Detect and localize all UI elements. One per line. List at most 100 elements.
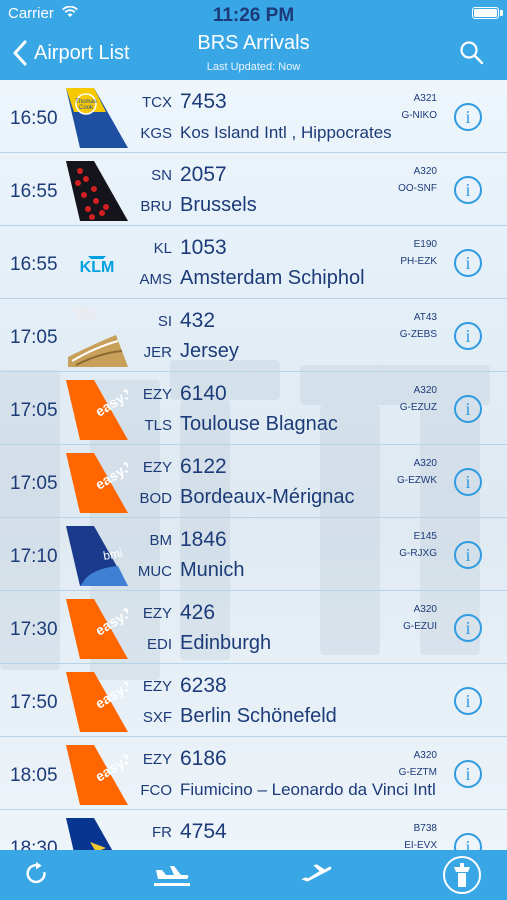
origin-airport: Kos Island Intl , Hippocrates xyxy=(180,123,392,142)
last-updated: Last Updated: Now xyxy=(206,61,301,73)
airline-tail-logo: easyJet xyxy=(66,672,128,732)
navigation-bar: Carrier 11:26 PM Airport List BRS Arriva… xyxy=(0,0,507,80)
origin-code: KGS xyxy=(140,125,172,142)
flight-row[interactable]: 16:55 SN BRU 2057 Brussels A320 OO-SNF i xyxy=(0,153,507,226)
aircraft-registration: G-ZEBS xyxy=(399,329,437,340)
origin-airport: Brussels xyxy=(180,194,257,216)
origin-code: SXF xyxy=(142,709,172,726)
airline-code: SN xyxy=(151,167,172,184)
airline-tail-logo: bmi xyxy=(66,526,128,586)
arrivals-list: 16:50 Thomas Cook TCX KGS 7453 Kos Island In… xyxy=(0,80,507,850)
flight-row[interactable]: 17:05 easyJet EZY BOD 6122 Bordeaux-Mérignac… xyxy=(0,445,507,518)
airline-code: EZY xyxy=(142,605,172,622)
flight-row[interactable]: 18:30 FR 4754 B738 EI-EVX i xyxy=(0,810,507,850)
arrival-time: 17:05 xyxy=(10,400,58,421)
airline-tail-logo: easyJet xyxy=(66,453,128,513)
info-icon[interactable]: i xyxy=(454,833,482,850)
arrivals-tab[interactable] xyxy=(138,850,208,900)
origin-airport: Bordeaux-Mérignac xyxy=(180,486,355,508)
arrival-time: 17:05 xyxy=(10,473,58,494)
aircraft-type: A320 xyxy=(413,458,437,469)
airline-code: KL xyxy=(153,240,172,257)
origin-code: AMS xyxy=(139,271,172,288)
flight-row[interactable]: 17:10 bmi BM MUC 1846 Munich E145 G-RJXG i xyxy=(0,518,507,591)
aircraft-registration: OO-SNF xyxy=(398,183,437,194)
flight-number: 7453 xyxy=(180,90,227,113)
flight-row[interactable]: 17:05 easyJet EZY TLS 6140 Toulouse Blagnac A… xyxy=(0,372,507,445)
flight-row[interactable]: 16:55 KLM KL AMS 1053 Amsterdam Schiphol E190… xyxy=(0,226,507,299)
airline-code: EZY xyxy=(142,459,172,476)
airline-code: TCX xyxy=(142,94,172,111)
tower-tab[interactable] xyxy=(430,850,500,900)
origin-code: BOD xyxy=(139,490,172,507)
arrival-time: 16:50 xyxy=(10,108,58,129)
page-title: BRS Arrivals xyxy=(197,32,310,54)
aircraft-type: A320 xyxy=(413,604,437,615)
origin-airport: Toulouse Blagnac xyxy=(180,413,338,435)
info-icon[interactable]: i xyxy=(454,468,482,496)
status-bar: Carrier 11:26 PM xyxy=(0,0,507,28)
airline-code: SI xyxy=(157,313,172,330)
aircraft-registration: PH-EZK xyxy=(400,256,437,267)
arrival-time: 18:05 xyxy=(10,765,58,786)
flight-number: 432 xyxy=(180,309,216,332)
flight-number: 6140 xyxy=(180,382,227,405)
flight-number: 426 xyxy=(180,601,216,624)
origin-code: JER xyxy=(143,344,172,361)
arrival-time: 18:30 xyxy=(10,838,58,850)
airline-tail-logo: easyJet xyxy=(66,745,128,805)
flight-row[interactable]: 18:05 easyJet EZY FCO 6186 Fiumicino – Leona… xyxy=(0,737,507,810)
origin-code: BRU xyxy=(140,198,172,215)
refresh-tab[interactable] xyxy=(8,850,78,900)
flight-number: 6186 xyxy=(180,747,227,770)
info-icon[interactable]: i xyxy=(454,541,482,569)
info-icon[interactable]: i xyxy=(454,760,482,788)
airline-code: EZY xyxy=(142,386,172,403)
aircraft-registration: G-EZWK xyxy=(397,475,437,486)
airline-code: BM xyxy=(149,532,173,549)
flight-number: 6238 xyxy=(180,674,227,697)
flight-row[interactable]: 16:50 Thomas Cook TCX KGS 7453 Kos Island In… xyxy=(0,80,507,153)
airline-code: EZY xyxy=(142,678,172,695)
origin-code: MUC xyxy=(137,563,172,580)
origin-airport: Fiumicino – Leonardo da Vinci Intl xyxy=(180,780,436,799)
flight-row[interactable]: 17:50 easyJet EZY SXF 6238 Berlin Schönefeld… xyxy=(0,664,507,737)
info-icon[interactable]: i xyxy=(454,249,482,277)
info-icon[interactable]: i xyxy=(454,614,482,642)
departures-tab[interactable] xyxy=(282,850,352,900)
flight-number: 1846 xyxy=(180,528,227,551)
aircraft-type: E190 xyxy=(413,239,437,250)
airline-tail-logo xyxy=(66,818,113,850)
aircraft-type: B738 xyxy=(413,823,437,834)
airline-tail-logo: KLM xyxy=(80,256,115,276)
aircraft-type: A320 xyxy=(413,385,437,396)
info-icon[interactable]: i xyxy=(454,176,482,204)
flight-number: 4754 xyxy=(180,820,227,843)
origin-airport: Edinburgh xyxy=(180,632,272,654)
aircraft-registration: G-EZUZ xyxy=(399,402,437,413)
aircraft-registration: G-RJXG xyxy=(399,548,437,559)
tab-bar xyxy=(0,850,507,900)
arrival-time: 16:55 xyxy=(10,181,58,202)
search-icon[interactable] xyxy=(459,40,485,66)
flight-row[interactable]: 17:30 easyJet EZY EDI 426 Edinburgh A320 G-EZU… xyxy=(0,591,507,664)
svg-text:bmi: bmi xyxy=(102,546,123,563)
info-icon[interactable]: i xyxy=(454,687,482,715)
svg-text:Cook: Cook xyxy=(79,105,94,111)
airline-tail-logo: Thomas Cook xyxy=(66,88,128,148)
flight-row[interactable]: 17:05 SI JER 432 Jersey AT43 G-ZEBS i xyxy=(0,299,507,372)
svg-text:KLM: KLM xyxy=(80,259,115,276)
aircraft-type: A320 xyxy=(413,166,437,177)
flight-number: 1053 xyxy=(180,236,227,259)
control-tower-icon xyxy=(443,856,481,894)
info-icon[interactable]: i xyxy=(454,322,482,350)
aircraft-type: E145 xyxy=(413,531,437,542)
arrival-time: 17:05 xyxy=(10,327,58,348)
arrival-time: 16:55 xyxy=(10,254,58,275)
origin-airport: Jersey xyxy=(180,340,239,362)
info-icon[interactable]: i xyxy=(454,103,482,131)
airline-tail-logo xyxy=(68,307,128,367)
airline-code: FR xyxy=(152,824,172,841)
info-icon[interactable]: i xyxy=(454,395,482,423)
flight-number: 2057 xyxy=(180,163,227,186)
